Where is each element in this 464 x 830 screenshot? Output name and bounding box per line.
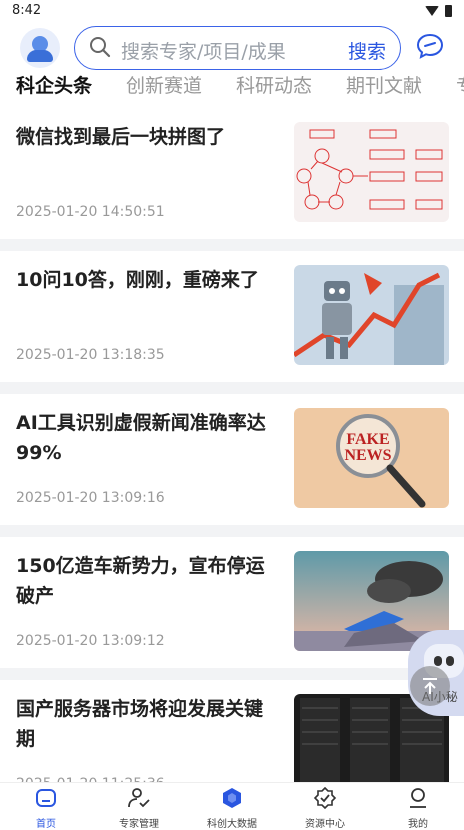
- article-date: 2025-01-20 13:09:12: [16, 633, 165, 649]
- nav-label: 我的: [408, 819, 428, 830]
- search-icon: [90, 37, 111, 58]
- search-button[interactable]: 搜索: [348, 37, 386, 64]
- thumbnail-text-news: NEWS: [344, 447, 391, 464]
- search-input[interactable]: 搜索专家/项目/成果: [121, 37, 286, 64]
- nav-resource-center[interactable]: 资源中心: [279, 786, 371, 830]
- badge-check-icon: [313, 786, 337, 810]
- wifi-icon: [425, 6, 439, 16]
- home-icon: [36, 789, 56, 807]
- chat-icon[interactable]: [416, 32, 444, 60]
- category-tabs: 科企头条 创新赛道 科研动态 期刊文献 专: [0, 68, 464, 102]
- article-title: AI工具识别虚假新闻准确率达99%: [16, 412, 266, 464]
- divider: [0, 668, 464, 680]
- user-check-icon: [128, 788, 150, 808]
- article-title: 微信找到最后一块拼图了: [16, 126, 226, 148]
- thumbnail-text-fake: FAKE: [346, 431, 389, 448]
- nav-expert-management[interactable]: 专家管理: [93, 787, 185, 830]
- article-card[interactable]: AI工具识别虚假新闻准确率达99% 2025-01-20 13:09:16 FA…: [0, 394, 464, 525]
- bottom-nav: 首页 专家管理 科创大数据 资源中心 我的: [0, 782, 464, 830]
- search-bar[interactable]: 搜索专家/项目/成果 搜索: [74, 26, 401, 70]
- tab-more[interactable]: 专: [456, 71, 464, 98]
- article-date: 2025-01-20 14:50:51: [16, 204, 165, 220]
- divider: [0, 382, 464, 394]
- divider: [0, 525, 464, 537]
- article-thumbnail: FAKE NEWS: [294, 408, 449, 508]
- article-card[interactable]: 10问10答，刚刚，重磅来了 2025-01-20 13:18:35: [0, 251, 464, 382]
- article-title: 10问10答，刚刚，重磅来了: [16, 269, 259, 291]
- user-icon: [410, 788, 426, 808]
- article-title: 150亿造车新势力，宣布停运破产: [16, 555, 265, 607]
- nav-label: 专家管理: [119, 819, 159, 830]
- article-date: 2025-01-20 13:09:16: [16, 490, 165, 506]
- article-thumbnail: [294, 122, 449, 222]
- status-bar: 8:42: [0, 0, 464, 22]
- article-title: 国产服务器市场将迎发展关键期: [16, 698, 264, 750]
- cube-icon: [223, 788, 241, 808]
- article-card[interactable]: 微信找到最后一块拼图了 2025-01-20 14:50:51: [0, 108, 464, 239]
- nav-label: 科创大数据: [207, 819, 257, 830]
- article-thumbnail: [294, 265, 449, 365]
- arrow-up-icon: [423, 678, 437, 694]
- nav-home[interactable]: 首页: [0, 787, 92, 830]
- tab-journals[interactable]: 期刊文献: [346, 71, 422, 98]
- nav-big-data[interactable]: 科创大数据: [186, 787, 278, 830]
- tab-headlines[interactable]: 科企头条: [16, 71, 92, 98]
- divider: [0, 239, 464, 251]
- tab-innovation[interactable]: 创新赛道: [126, 71, 202, 98]
- nav-profile[interactable]: 我的: [372, 787, 464, 830]
- battery-icon: [445, 5, 452, 17]
- article-date: 2025-01-20 13:18:35: [16, 347, 165, 363]
- nav-label: 首页: [36, 819, 56, 830]
- article-card[interactable]: 150亿造车新势力，宣布停运破产 2025-01-20 13:09:12: [0, 537, 464, 668]
- avatar[interactable]: [20, 28, 60, 68]
- back-to-top-button[interactable]: [410, 666, 450, 706]
- status-time: 8:42: [12, 3, 42, 18]
- nav-label: 资源中心: [305, 819, 345, 830]
- tab-research[interactable]: 科研动态: [236, 71, 312, 98]
- header: 搜索专家/项目/成果 搜索: [0, 22, 464, 72]
